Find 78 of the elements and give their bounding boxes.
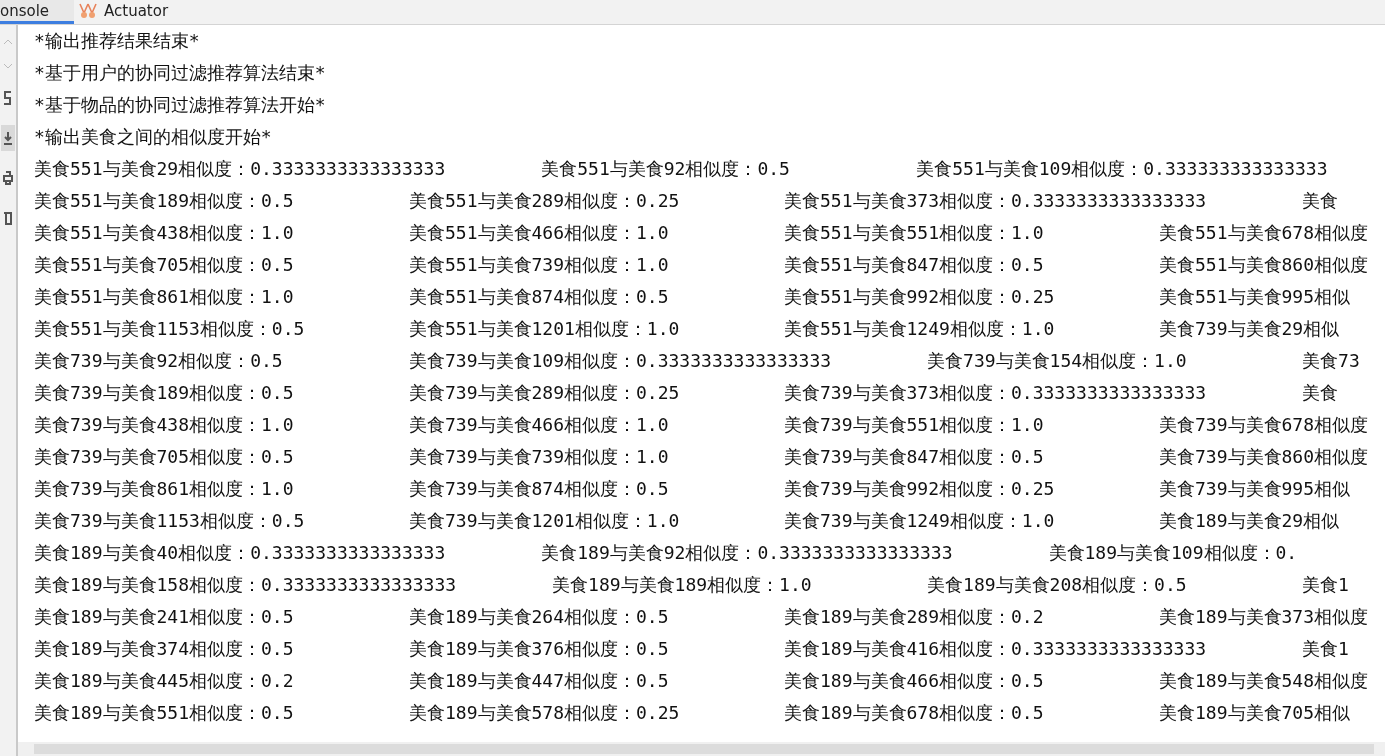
- console-text: 美食739与美食154相似度：1.0: [927, 349, 1188, 373]
- console-text: 美食189与美食241相似度：0.5: [34, 605, 295, 629]
- console-text: 美食189与美食29相似: [1159, 509, 1340, 533]
- console-text: 美食739与美食289相似度：0.25: [409, 381, 681, 405]
- console-text: 美食189与美食548相似度: [1159, 669, 1369, 693]
- console-text: 美食551与美食1153相似度：0.5: [34, 317, 306, 341]
- console-text: 美食551与美食1249相似度：1.0: [784, 317, 1056, 341]
- console-text: 美食739与美食438相似度：1.0: [34, 413, 295, 437]
- console-text: 美食189与美食208相似度：0.5: [927, 573, 1188, 597]
- console-text: 美食551与美食992相似度：0.25: [784, 285, 1056, 309]
- console-text: 美食189与美食705相似: [1159, 701, 1351, 725]
- console-text: 美食1: [1302, 637, 1349, 661]
- console-text: 美食739与美食705相似度：0.5: [34, 445, 295, 469]
- console-text: 美食739与美食678相似度: [1159, 413, 1369, 437]
- console-text: 美食189与美食189相似度：1.0: [552, 573, 813, 597]
- console-text: *基于用户的协同过滤推荐算法结束*: [34, 61, 326, 85]
- console-text: 美食739与美食1153相似度：0.5: [34, 509, 306, 533]
- console-text: 美食189与美食678相似度：0.5: [784, 701, 1045, 725]
- console-text: 美食73: [1302, 349, 1360, 373]
- console-text: 美食739与美食551相似度：1.0: [784, 413, 1045, 437]
- console-text: 美食739与美食739相似度：1.0: [409, 445, 670, 469]
- console-text: 美食739与美食92相似度：0.5: [34, 349, 284, 373]
- console-text: 美食739与美食109相似度：0.3333333333333333: [409, 349, 833, 373]
- console-text: *基于物品的协同过滤推荐算法开始*: [34, 93, 326, 117]
- panel-tab[interactable]: onsole: [0, 0, 74, 24]
- console-text: 美食189与美食158相似度：0.3333333333333333: [34, 573, 458, 597]
- console-text: 美食189与美食416相似度：0.3333333333333333: [784, 637, 1208, 661]
- console-text: 美食739与美食874相似度：0.5: [409, 477, 670, 501]
- console-text: 美食189与美食373相似度: [1159, 605, 1369, 629]
- console-text: 美食739与美食466相似度：1.0: [409, 413, 670, 437]
- console-text: 美食551与美食860相似度: [1159, 253, 1369, 277]
- console-text: 美食739与美食995相似: [1159, 477, 1351, 501]
- console-text: 美食189与美食289相似度：0.2: [784, 605, 1045, 629]
- console-text: *输出美食之间的相似度开始*: [34, 125, 272, 149]
- console-text: 美食739与美食29相似: [1159, 317, 1340, 341]
- console-text: 美食551与美食861相似度：1.0: [34, 285, 295, 309]
- console-text: 美食551与美食289相似度：0.25: [409, 189, 681, 213]
- console-text: 美食551与美食466相似度：1.0: [409, 221, 670, 245]
- console-text: 美食189与美食109相似度：0.: [1048, 541, 1298, 565]
- console-text: 美食: [1302, 189, 1339, 213]
- console-text: 美食189与美食445相似度：0.2: [34, 669, 295, 693]
- console-text: 美食551与美食92相似度：0.5: [541, 157, 791, 181]
- console-text: 美食739与美食992相似度：0.25: [784, 477, 1056, 501]
- console-text: 美食551与美食995相似: [1159, 285, 1351, 309]
- console-text: 美食551与美食678相似度: [1159, 221, 1369, 245]
- console-text: 美食551与美食739相似度：1.0: [409, 253, 670, 277]
- console-text: 美食551与美食29相似度：0.3333333333333333: [34, 157, 447, 181]
- console-text: 美食551与美食705相似度：0.5: [34, 253, 295, 277]
- actuator-icon: [78, 2, 98, 19]
- scroll-to-end-icon[interactable]: [1, 125, 15, 151]
- console-text: 美食551与美食847相似度：0.5: [784, 253, 1045, 277]
- console-text: 美食739与美食1201相似度：1.0: [409, 509, 681, 533]
- console-text: 美食189与美食466相似度：0.5: [784, 669, 1045, 693]
- panel-tab[interactable]: Actuator: [74, 0, 183, 24]
- console-text: 美食189与美食264相似度：0.5: [409, 605, 670, 629]
- console-text: 美食739与美食847相似度：0.5: [784, 445, 1045, 469]
- console-text: 美食551与美食189相似度：0.5: [34, 189, 295, 213]
- console-text: 美食189与美食447相似度：0.5: [409, 669, 670, 693]
- console-text: 美食739与美食189相似度：0.5: [34, 381, 295, 405]
- console-text: 美食551与美食109相似度：0.333333333333333: [916, 157, 1328, 181]
- console-text: 美食189与美食374相似度：0.5: [34, 637, 295, 661]
- console-text: 美食189与美食376相似度：0.5: [409, 637, 670, 661]
- console-text: *输出推荐结果结束*: [34, 29, 200, 53]
- console-text: 美食551与美食373相似度：0.3333333333333333: [784, 189, 1208, 213]
- console-text: 美食1: [1302, 573, 1349, 597]
- console-text: 美食189与美食40相似度：0.3333333333333333: [34, 541, 447, 565]
- console-text: 美食551与美食438相似度：1.0: [34, 221, 295, 245]
- console-text: 美食551与美食1201相似度：1.0: [409, 317, 681, 341]
- console-text: 美食: [1302, 381, 1339, 405]
- console-text: 美食551与美食551相似度：1.0: [784, 221, 1045, 245]
- console-text: 美食739与美食861相似度：1.0: [34, 477, 295, 501]
- console-text: 美食189与美食551相似度：0.5: [34, 701, 295, 725]
- console-text: 美食189与美食92相似度：0.3333333333333333: [541, 541, 954, 565]
- console-text: 美食739与美食373相似度：0.3333333333333333: [784, 381, 1208, 405]
- console-text: 美食551与美食874相似度：0.5: [409, 285, 670, 309]
- console-text: 美食739与美食860相似度: [1159, 445, 1369, 469]
- console-text: 美食739与美食1249相似度：1.0: [784, 509, 1056, 533]
- console-text: 美食189与美食578相似度：0.25: [409, 701, 681, 725]
